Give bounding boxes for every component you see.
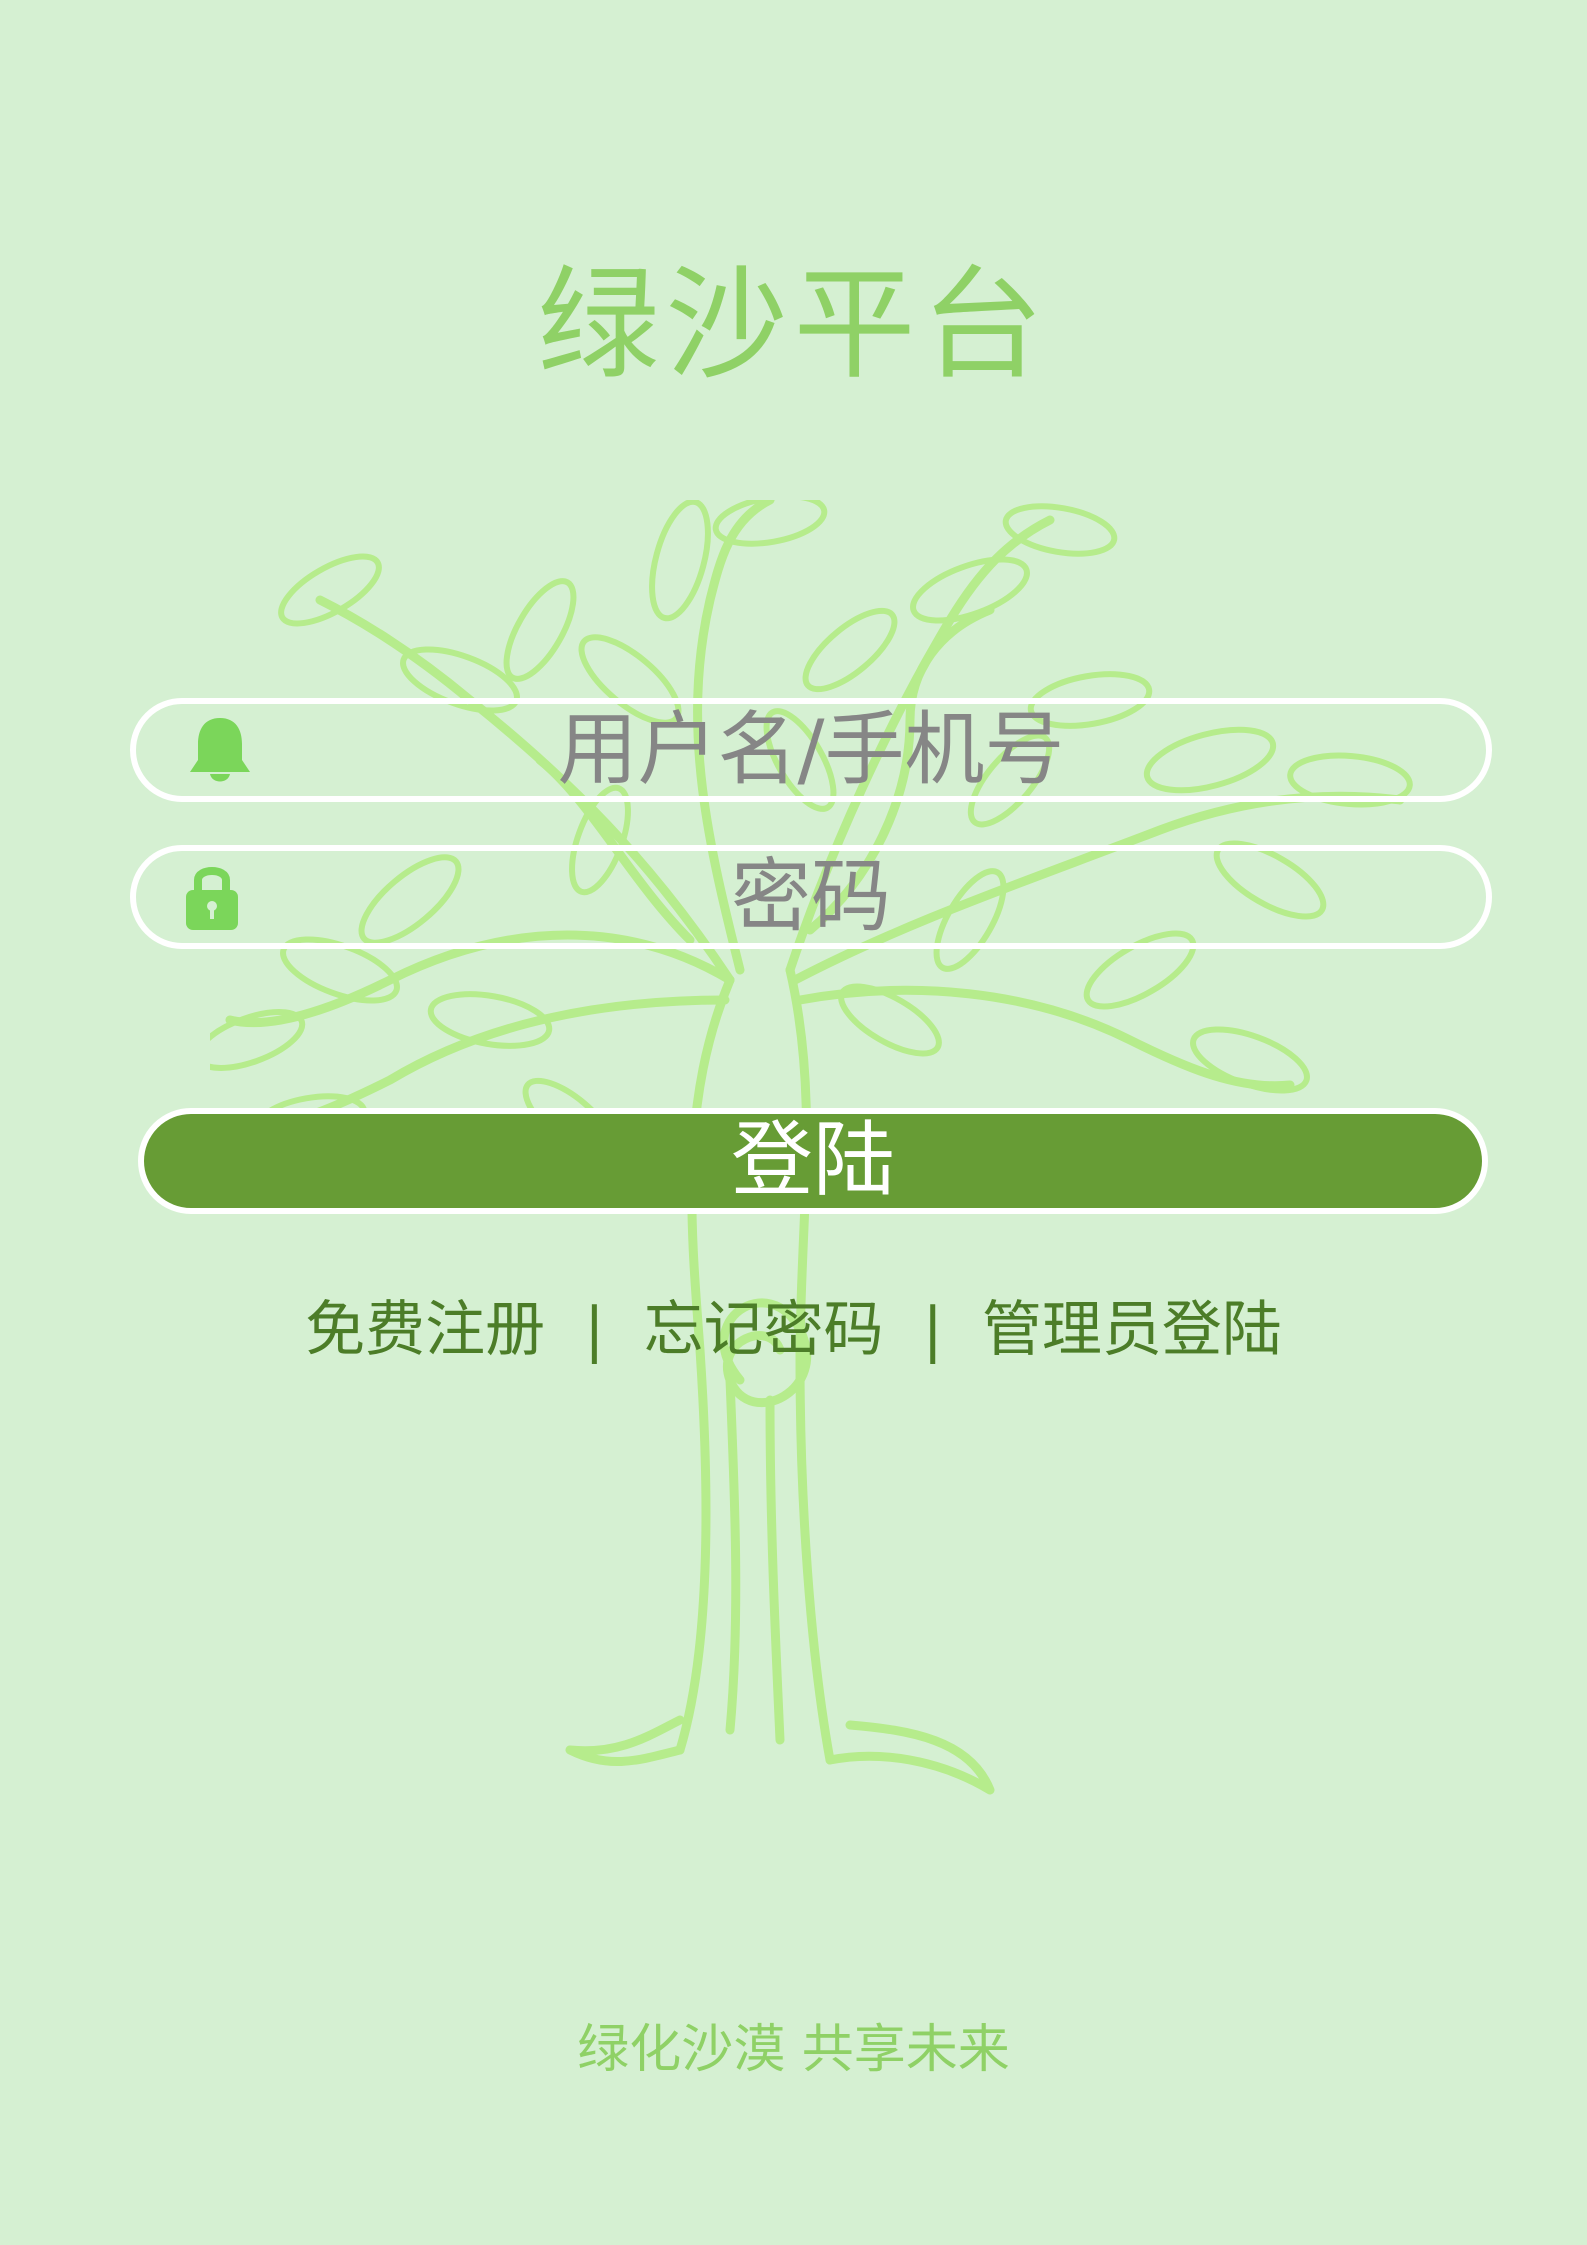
username-field[interactable]: 用户名/手机号 [130, 698, 1492, 802]
forgot-password-link[interactable]: 忘记密码 [644, 1295, 884, 1365]
account-links: 免费注册 | 忘记密码 | 管理员登陆 [0, 1290, 1587, 1370]
link-separator: | [922, 1295, 943, 1365]
password-field[interactable]: 密码 [130, 845, 1492, 949]
username-placeholder: 用户名/手机号 [557, 703, 1065, 796]
register-link[interactable]: 免费注册 [305, 1295, 545, 1365]
login-button[interactable]: 登陆 [138, 1108, 1488, 1214]
admin-login-link[interactable]: 管理员登陆 [982, 1295, 1282, 1365]
link-separator: | [584, 1295, 605, 1365]
footer-slogan: 绿化沙漠 共享未来 [577, 2020, 1010, 2080]
page-title: 绿沙平台 [537, 254, 1050, 396]
password-placeholder: 密码 [731, 850, 891, 943]
